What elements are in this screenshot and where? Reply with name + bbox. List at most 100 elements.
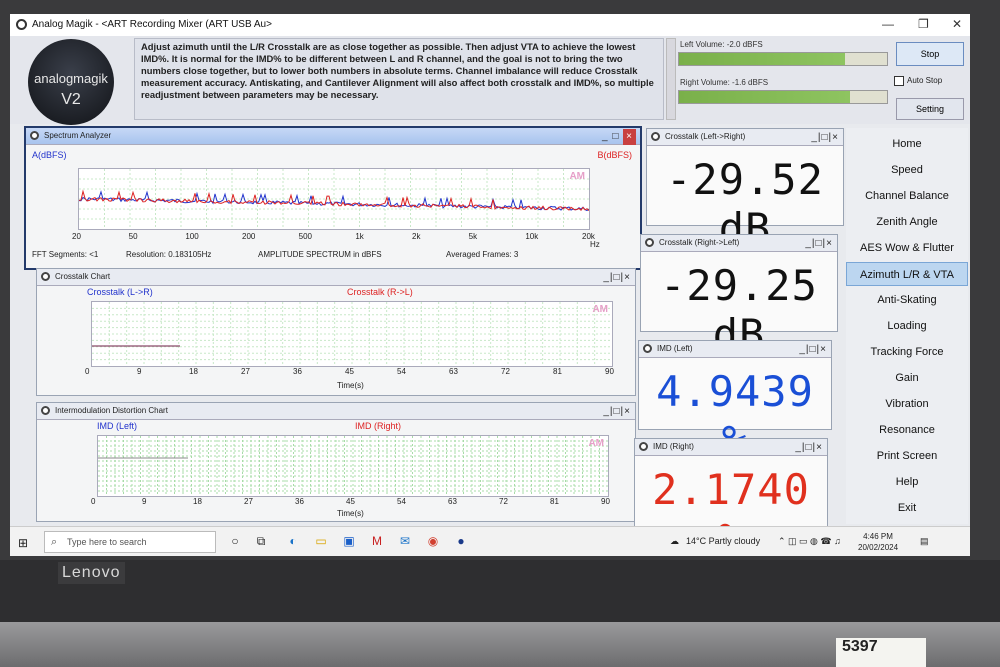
crosstalk-lr-series-label: Crosstalk (L->R) xyxy=(87,287,153,297)
nav-item-channel-balance[interactable]: Channel Balance xyxy=(846,184,968,208)
crosstalk-rl-readout: Crosstalk (Right->Left) _|□|× -29.25 dB xyxy=(640,234,838,359)
x-tick-label: 36 xyxy=(295,497,304,506)
spectrum-x-unit: Hz xyxy=(590,240,600,249)
chrome-icon[interactable]: ◉ xyxy=(426,534,440,548)
screen: Analog Magik - <ART Recording Mixer (ART… xyxy=(10,14,970,556)
nav-item-anti-skating[interactable]: Anti-Skating xyxy=(846,288,968,312)
taskbar-search-box[interactable]: ⌕ Type here to search xyxy=(44,531,216,553)
tray-icons[interactable]: ⌃ ◫ ▭ ◍ ☎ ♫ xyxy=(778,536,841,547)
x-tick-label: 18 xyxy=(189,367,198,376)
crosstalk-plot[interactable]: AM xyxy=(91,301,613,367)
store-icon[interactable]: ▣ xyxy=(342,534,356,548)
auto-stop-checkbox[interactable]: Auto Stop xyxy=(894,76,942,86)
panel-window-controls[interactable]: _|□|× xyxy=(603,270,631,286)
asset-sticker: 5397 xyxy=(836,638,926,667)
close-button[interactable]: ✕ xyxy=(952,17,962,31)
nav-item-help[interactable]: Help xyxy=(846,470,968,494)
panel-icon xyxy=(30,131,39,140)
imd-right-series-label: IMD (Right) xyxy=(355,421,402,431)
cortana-icon[interactable]: ○ xyxy=(228,534,242,548)
nav-item-aes-wow-flutter[interactable]: AES Wow & Flutter xyxy=(846,236,968,260)
spectrum-mode: AMPLITUDE SPECTRUM in dBFS xyxy=(258,250,382,259)
weather-icon[interactable]: ☁ xyxy=(670,536,679,547)
weather-text[interactable]: 14°C Partly cloudy xyxy=(686,536,760,546)
imd-plot[interactable]: AM xyxy=(97,435,609,497)
taskbar-clock[interactable]: 4:46 PM 20/02/2024 xyxy=(858,531,898,553)
panel-window-controls[interactable]: _|□|× xyxy=(811,130,839,146)
readout-title-bar: IMD (Right) _|□|× xyxy=(635,439,827,456)
panel-icon xyxy=(645,238,654,247)
nav-item-tracking-force[interactable]: Tracking Force xyxy=(846,340,968,364)
panel-icon xyxy=(651,132,660,141)
mail-icon[interactable]: ✉ xyxy=(398,534,412,548)
restore-button[interactable]: ❐ xyxy=(918,17,929,31)
readout-title-bar: IMD (Left) _|□|× xyxy=(639,341,831,358)
nav-item-zenith-angle[interactable]: Zenith Angle xyxy=(846,210,968,234)
x-tick-label: 200 xyxy=(242,232,256,241)
checkbox-box[interactable] xyxy=(894,76,904,86)
edge-icon[interactable]: ◐ xyxy=(286,534,300,548)
panel-window-controls[interactable]: _|□|× xyxy=(603,404,631,420)
windows-start-icon[interactable]: ⊞ xyxy=(18,536,28,550)
clock-date: 20/02/2024 xyxy=(858,543,899,552)
panel-window-controls[interactable]: _|□|× xyxy=(799,342,827,358)
x-tick-label: 54 xyxy=(397,497,406,506)
imd-chart-title: Intermodulation Distortion Chart xyxy=(55,406,168,415)
instructions-scrollbar[interactable] xyxy=(666,38,676,120)
nav-item-speed[interactable]: Speed xyxy=(846,158,968,182)
nav-item-resonance[interactable]: Resonance xyxy=(846,418,968,442)
stop-button[interactable]: Stop xyxy=(896,42,964,66)
x-tick-label: 54 xyxy=(397,367,406,376)
nav-item-loading[interactable]: Loading xyxy=(846,314,968,338)
task-view-icon[interactable]: ⧉ xyxy=(254,534,268,548)
x-tick-label: 90 xyxy=(605,367,614,376)
panel-window-controls[interactable]: _|□|× xyxy=(795,440,823,456)
nav-item-home[interactable]: Home xyxy=(846,132,968,156)
search-placeholder: Type here to search xyxy=(67,537,147,547)
x-tick-label: 81 xyxy=(553,367,562,376)
panel-icon xyxy=(41,406,50,415)
spectrum-title: Spectrum Analyzer xyxy=(44,131,112,140)
notifications-icon[interactable]: ▤ xyxy=(920,536,929,547)
x-tick-label: 27 xyxy=(244,497,253,506)
mcafee-icon[interactable]: M xyxy=(370,534,384,548)
fft-segments: FFT Segments: <1 xyxy=(32,250,99,259)
nav-item-vibration[interactable]: Vibration xyxy=(846,392,968,416)
spectrum-right-axis-label: B(dBFS) xyxy=(597,150,632,160)
spectrum-am-mark: AM xyxy=(569,171,585,182)
setting-button[interactable]: Setting xyxy=(896,98,964,120)
minimize-button[interactable]: — xyxy=(882,17,894,31)
fft-resolution: Resolution: 0.183105Hz xyxy=(126,250,212,259)
spectrum-analyzer-panel: Spectrum Analyzer _ □ × A(dBFS) B(dBFS) … xyxy=(24,126,642,270)
imd-chart-panel: Intermodulation Distortion Chart _|□|× I… xyxy=(36,402,636,522)
nav-item-exit[interactable]: Exit xyxy=(846,496,968,520)
panel-window-controls[interactable]: _ □ × xyxy=(602,129,636,145)
app-header: analogmagik V2 Adjust azimuth until the … xyxy=(10,36,970,125)
x-tick-label: 5k xyxy=(468,232,478,241)
spectrum-plot[interactable]: AM xyxy=(78,168,590,230)
panel-window-controls[interactable]: _|□|× xyxy=(805,236,833,252)
nav-item-print-screen[interactable]: Print Screen xyxy=(846,444,968,468)
auto-stop-label: Auto Stop xyxy=(907,76,943,86)
nav-item-azimuth-l-r-vta[interactable]: Azimuth L/R & VTA xyxy=(846,262,968,286)
analogmagik-taskbar-icon[interactable]: ● xyxy=(454,534,468,548)
imd-svg xyxy=(98,436,608,496)
spectrum-left-axis-label: A(dBFS) xyxy=(32,150,67,160)
panel-icon xyxy=(639,442,648,451)
spectrum-svg xyxy=(78,169,590,229)
x-tick-label: 45 xyxy=(345,367,354,376)
x-tick-label: 10k xyxy=(525,232,539,241)
x-tick-label: 63 xyxy=(449,367,458,376)
side-navigation: Home Speed Channel Balance Zenith Angle AES … xyxy=(846,128,968,524)
nav-item-gain[interactable]: Gain xyxy=(846,366,968,390)
file-explorer-icon[interactable]: ▭ xyxy=(314,534,328,548)
x-tick-label: 45 xyxy=(346,497,355,506)
x-tick-label: 90 xyxy=(601,497,610,506)
x-tick-label: 1k xyxy=(355,232,364,241)
x-tick-label: 27 xyxy=(241,367,250,376)
logo-version: V2 xyxy=(61,91,81,108)
panel-close-icon[interactable]: × xyxy=(623,129,636,145)
spectrum-title-bar: Spectrum Analyzer _ □ × xyxy=(26,128,640,145)
imd-am-mark: AM xyxy=(588,438,604,449)
x-tick-label: 0 xyxy=(85,367,90,376)
